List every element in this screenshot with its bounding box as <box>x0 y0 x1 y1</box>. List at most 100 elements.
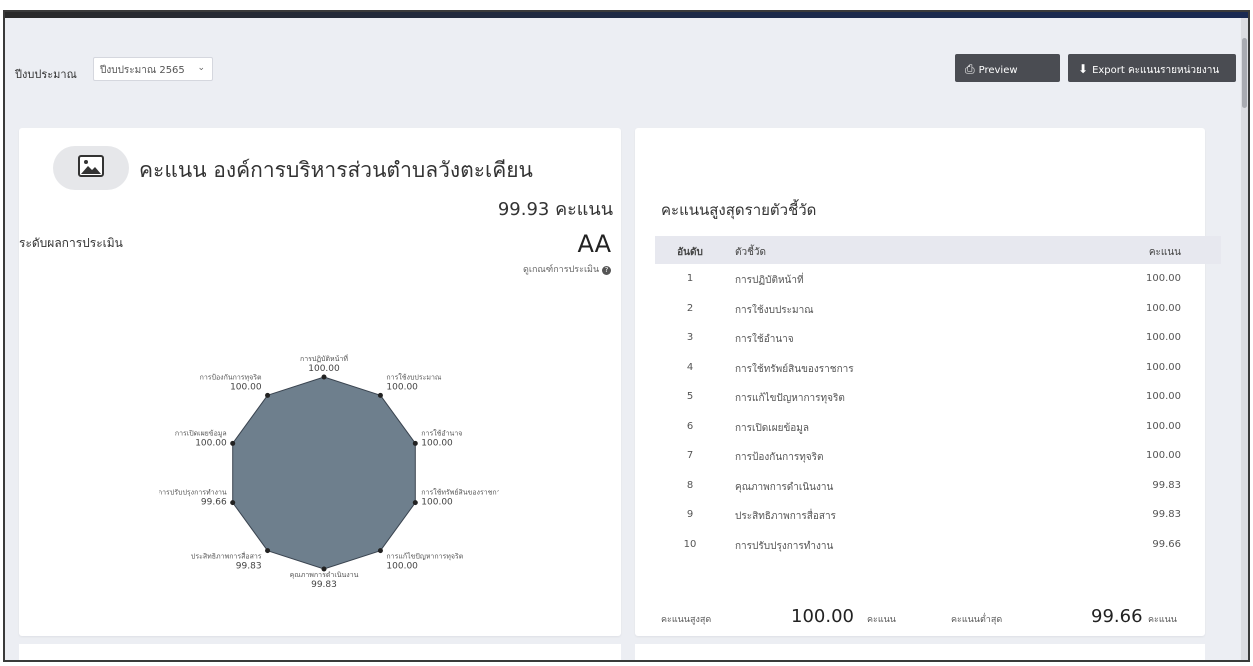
table-row: 9 ประสิทธิภาพการสื่อสาร 99.83 <box>655 500 1221 530</box>
next-card-right <box>635 644 1205 660</box>
help-icon: ? <box>602 266 611 275</box>
avatar <box>53 146 129 190</box>
download-icon: ⬇ <box>1078 62 1089 76</box>
chevron-down-icon: ⌄ <box>197 63 205 73</box>
row-score: 100.00 <box>1146 450 1181 461</box>
radar-value-label: 100.00 <box>195 438 227 448</box>
row-indicator: การใช้งบประมาณ <box>735 304 814 316</box>
export-button[interactable]: ⬇ Export คะแนนรายหน่วยงาน <box>1068 54 1236 82</box>
row-score: 99.83 <box>1152 509 1181 520</box>
radar-point[interactable] <box>230 500 236 506</box>
min-score-unit: คะแนน <box>1148 615 1177 625</box>
radar-point[interactable] <box>265 392 271 398</box>
radar-value-label: 99.66 <box>201 498 227 508</box>
row-indicator: การเปิดเผยข้อมูล <box>735 422 809 434</box>
radar-axis-label: การใช้ทรัพย์สินของราชการ <box>421 488 499 497</box>
indicator-table: อันดับ ตัวชี้วัด คะแนน 1 การปฏิบัติหน้าที… <box>655 236 1221 559</box>
radar-point[interactable] <box>412 500 418 506</box>
page-scrollbar[interactable] <box>1241 18 1248 660</box>
row-score: 99.83 <box>1152 479 1181 491</box>
assessment-level-label: ระดับผลการประเมิน <box>19 236 123 250</box>
print-icon: ⎙ <box>965 62 975 76</box>
radar-value-label: 99.83 <box>236 562 262 572</box>
score-range-footer: คะแนนสูงสุด 100.00 คะแนน คะแนนต่ำสุด 99.… <box>661 606 1201 630</box>
row-rank: 1 <box>686 273 694 284</box>
row-score: 100.00 <box>1146 361 1181 373</box>
radar-axis-label: การปรับปรุงการทำงาน <box>159 489 227 497</box>
app-screen: ปีงบประมาณ ปีงบประมาณ 2565 ⌄ ⎙ Preview ⬇ E… <box>3 10 1250 662</box>
max-score-unit: คะแนน <box>867 615 896 625</box>
criteria-link[interactable]: ดูเกณฑ์การประเมิน ? <box>523 262 611 276</box>
row-rank: 5 <box>686 391 694 402</box>
row-indicator: การปรับปรุงการทำงาน <box>735 540 834 552</box>
radar-point[interactable] <box>377 392 383 398</box>
table-row: 1 การปฏิบัติหน้าที่ 100.00 <box>655 264 1221 294</box>
table-row: 5 การแก้ไขปัญหาการทุจริต 100.00 <box>655 382 1221 412</box>
image-icon <box>78 155 104 177</box>
row-indicator: คุณภาพการดำเนินงาน <box>735 481 834 493</box>
table-row: 4 การใช้ทรัพย์สินของราชการ 100.00 <box>655 353 1221 383</box>
radar-axis-label: การใช้งบประมาณ <box>386 372 441 381</box>
min-score-value: 99.66 <box>1091 606 1143 627</box>
table-row: 7 การป้องกันการทุจริต 100.00 <box>655 441 1221 471</box>
export-label: Export คะแนนรายหน่วยงาน <box>1092 65 1220 76</box>
radar-axis-label: ประสิทธิภาพการสื่อสาร <box>191 552 262 561</box>
radar-point[interactable] <box>377 548 383 554</box>
table-header: อันดับ ตัวชี้วัด คะแนน <box>655 236 1221 264</box>
row-rank: 10 <box>683 538 697 550</box>
radar-point[interactable] <box>265 548 271 554</box>
radar-value-label: 100.00 <box>421 498 453 508</box>
fiscal-year-value: ปีงบประมาณ 2565 <box>100 65 185 76</box>
preview-label: Preview <box>978 65 1018 76</box>
radar-axis-label: การแก้ไขปัญหาการทุจริต <box>386 552 463 561</box>
window-top-bar <box>5 12 1248 18</box>
max-score-value: 100.00 <box>791 606 854 627</box>
row-rank: 9 <box>686 509 694 520</box>
radar-value-label: 100.00 <box>421 438 453 448</box>
next-card-left <box>19 644 621 660</box>
row-rank: 6 <box>686 420 694 432</box>
table-row: 2 การใช้งบประมาณ 100.00 <box>655 294 1221 324</box>
row-score: 100.00 <box>1146 332 1181 343</box>
row-score: 100.00 <box>1146 273 1181 284</box>
row-indicator: การใช้ทรัพย์สินของราชการ <box>735 363 854 375</box>
radar-value-label: 100.00 <box>386 562 418 572</box>
radar-area <box>232 376 416 570</box>
scrollbar-thumb[interactable] <box>1242 38 1247 108</box>
organization-title: คะแนน องค์การบริหารส่วนตำบลวังตะเคียน <box>139 158 533 182</box>
column-score: คะแนน <box>1148 247 1181 258</box>
row-rank: 2 <box>686 302 694 314</box>
preview-button[interactable]: ⎙ Preview <box>955 54 1060 82</box>
row-score: 100.00 <box>1146 391 1181 402</box>
row-indicator: การใช้อำนาจ <box>735 334 794 345</box>
fiscal-year-select[interactable]: ปีงบประมาณ 2565 ⌄ <box>93 57 213 81</box>
row-indicator: การปฏิบัติหน้าที่ <box>735 275 804 286</box>
row-indicator: การแก้ไขปัญหาการทุจริต <box>735 393 845 404</box>
table-row: 8 คุณภาพการดำเนินงาน 99.83 <box>655 471 1221 501</box>
radar-axis-label: การปฏิบัติหน้าที่ <box>300 354 348 363</box>
radar-point[interactable] <box>412 440 418 446</box>
table-row: 10 การปรับปรุงการทำงาน 99.66 <box>655 530 1221 560</box>
fiscal-year-label: ปีงบประมาณ <box>15 68 77 81</box>
radar-value-label: 100.00 <box>308 364 340 374</box>
row-rank: 3 <box>686 332 694 343</box>
table-row: 6 การเปิดเผยข้อมูล 100.00 <box>655 412 1221 442</box>
row-score: 100.00 <box>1146 420 1181 432</box>
row-rank: 8 <box>686 479 694 491</box>
radar-axis-label: คุณภาพการดำเนินงาน <box>290 571 359 579</box>
row-indicator: ประสิทธิภาพการสื่อสาร <box>735 511 836 522</box>
top-indicators-card: คะแนนสูงสุดรายตัวชี้วัด อันดับ ตัวชี้วัด… <box>635 128 1221 636</box>
row-score: 99.66 <box>1152 538 1181 550</box>
row-indicator: การป้องกันการทุจริต <box>735 452 824 463</box>
radar-value-label: 99.83 <box>311 580 337 590</box>
row-rank: 4 <box>686 361 694 373</box>
radar-value-label: 100.00 <box>386 382 418 392</box>
radar-axis-label: การเปิดเผยข้อมูล <box>175 429 227 437</box>
row-rank: 7 <box>686 450 694 461</box>
min-score-label: คะแนนต่ำสุด <box>951 615 1003 625</box>
row-score: 100.00 <box>1146 302 1181 314</box>
radar-point[interactable] <box>321 374 327 380</box>
radar-point[interactable] <box>230 440 236 446</box>
radar-value-label: 100.00 <box>230 382 262 392</box>
column-indicator: ตัวชี้วัด <box>735 247 767 258</box>
